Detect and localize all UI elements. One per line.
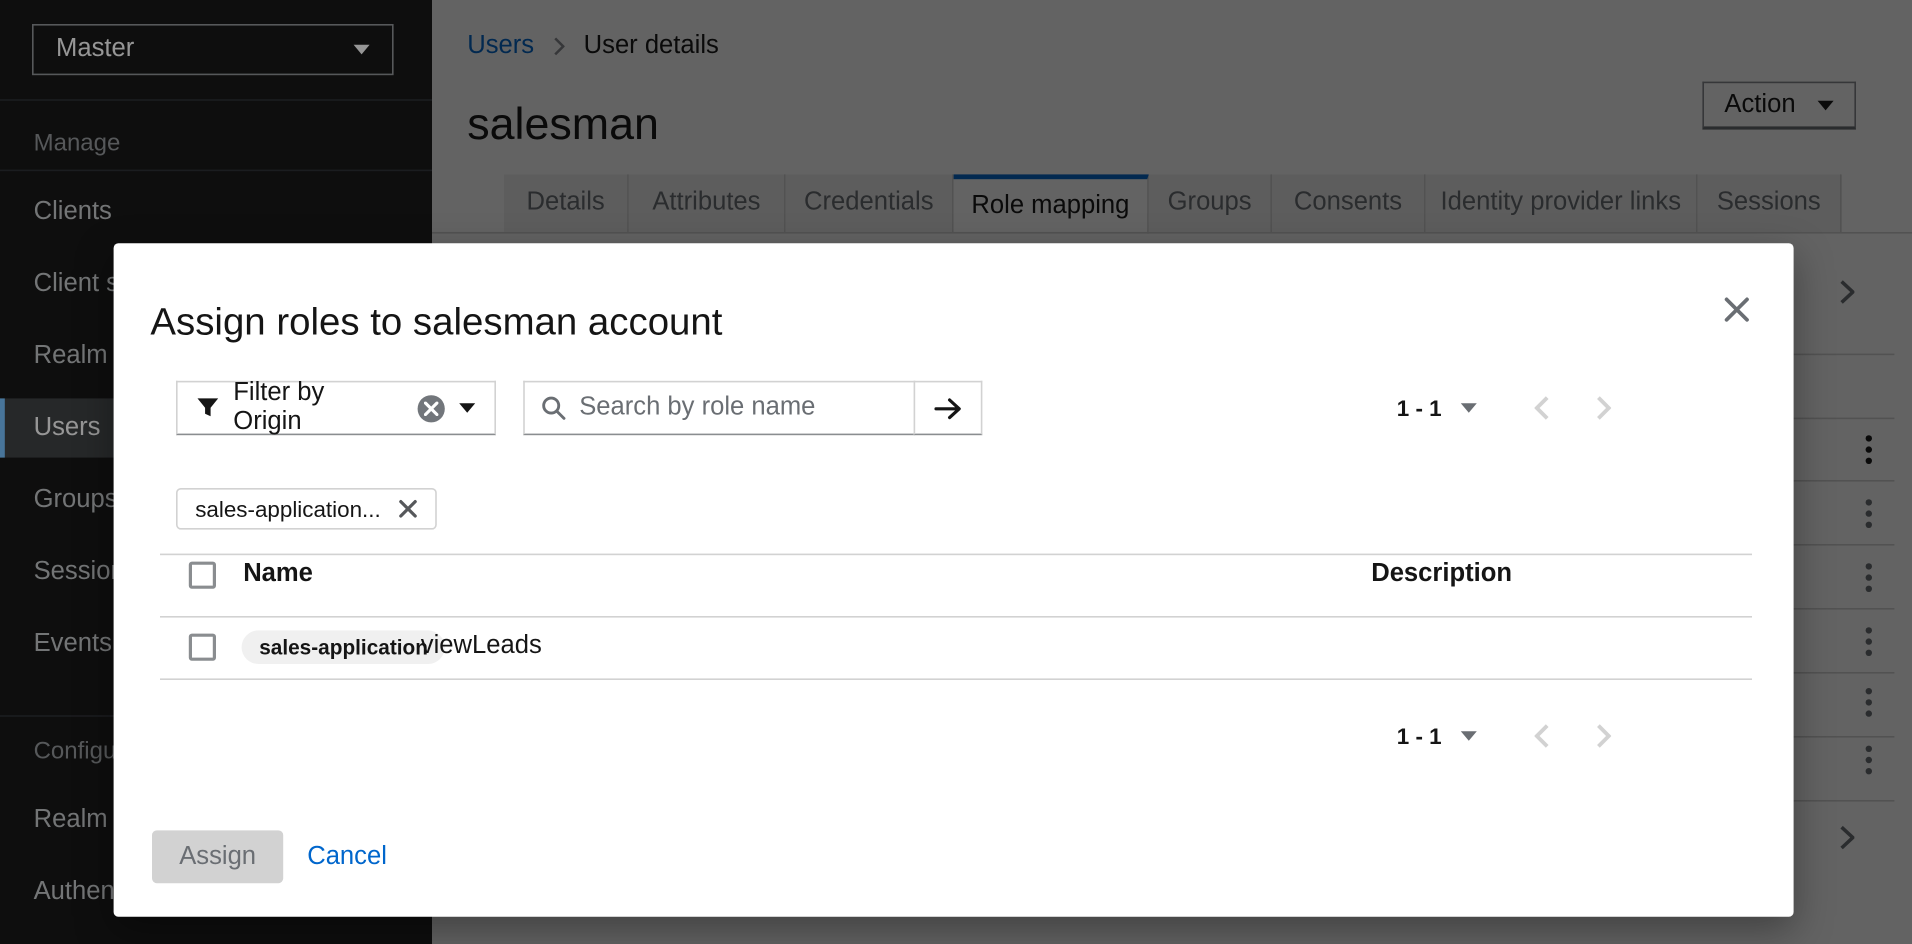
remove-chip-icon[interactable] [398, 499, 417, 518]
select-all-checkbox[interactable] [188, 561, 216, 589]
app-root: Master Manage Clients Client scopes Real… [0, 0, 1912, 944]
pagination-menu-icon[interactable] [1460, 731, 1477, 741]
close-icon[interactable] [1715, 288, 1757, 330]
arrow-right-icon [934, 397, 961, 419]
column-header-name: Name [243, 560, 313, 588]
pagination-bottom: 1 - 1 [1396, 709, 1612, 763]
pagination-range: 1 - 1 [1396, 723, 1442, 749]
table-divider [160, 553, 1752, 556]
assign-roles-modal: Assign roles to salesman account Filter … [113, 243, 1794, 917]
pagination-prev-icon[interactable] [1534, 395, 1549, 421]
filter-by-origin-dropdown[interactable]: Filter by Origin [176, 379, 496, 436]
search-box [523, 380, 916, 436]
pagination-next-icon[interactable] [1597, 395, 1612, 421]
search-input[interactable] [579, 393, 898, 423]
assign-button[interactable]: Assign [152, 830, 284, 884]
search-group [523, 380, 983, 436]
chevron-down-icon [459, 403, 476, 413]
filter-by-origin-label: Filter by Origin [233, 379, 325, 436]
search-submit-button[interactable] [913, 380, 983, 436]
role-name: viewLeads [420, 632, 542, 660]
pagination-menu-icon[interactable] [1460, 403, 1477, 413]
clear-filter-icon[interactable] [418, 394, 445, 422]
filter-icon [197, 398, 219, 417]
pagination-prev-icon[interactable] [1534, 723, 1549, 749]
table-divider [160, 678, 1752, 680]
table-divider [160, 616, 1752, 618]
filter-chip-label: sales-application... [195, 496, 381, 522]
client-badge: sales-application [241, 630, 446, 664]
modal-title: Assign roles to salesman account [150, 300, 723, 344]
search-icon [542, 396, 566, 420]
column-header-description: Description [1371, 560, 1513, 588]
pagination-top: 1 - 1 [1396, 381, 1612, 435]
row-checkbox[interactable] [188, 633, 216, 661]
cancel-button[interactable]: Cancel [307, 830, 387, 883]
filter-chip: sales-application... [176, 488, 437, 530]
pagination-range: 1 - 1 [1396, 395, 1442, 421]
pagination-next-icon[interactable] [1597, 723, 1612, 749]
